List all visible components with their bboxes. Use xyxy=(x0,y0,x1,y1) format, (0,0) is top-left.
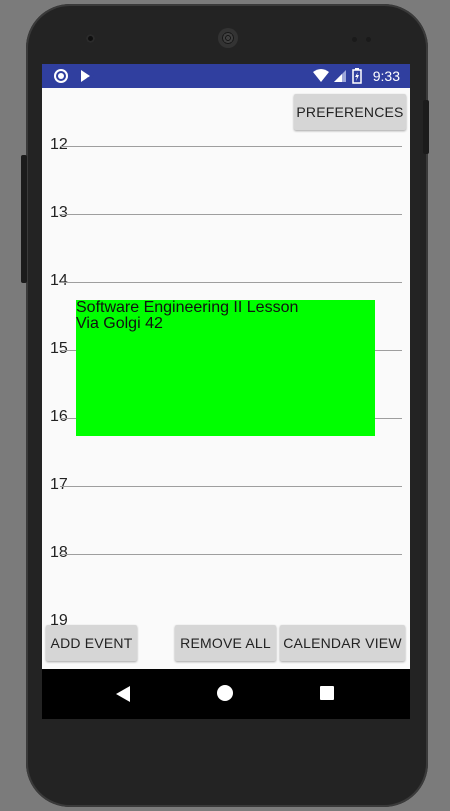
circle-icon xyxy=(53,68,69,87)
signal-icon xyxy=(333,68,347,87)
hour-line xyxy=(60,554,402,555)
play-check-icon xyxy=(78,68,94,87)
recents-icon[interactable] xyxy=(320,686,334,700)
hour-label: 15 xyxy=(50,340,68,357)
front-camera-icon xyxy=(86,34,95,43)
hour-label: 13 xyxy=(50,204,68,221)
hour-line xyxy=(60,146,402,147)
home-icon[interactable] xyxy=(217,685,233,701)
hour-line xyxy=(60,214,402,215)
speaker-icon xyxy=(218,28,238,48)
hour-label: 17 xyxy=(50,476,68,493)
hour-line xyxy=(60,486,402,487)
calendar-view-button[interactable]: CALENDAR VIEW xyxy=(280,625,405,661)
side-button-volume xyxy=(21,155,27,283)
side-button-power xyxy=(423,100,429,154)
battery-icon xyxy=(352,68,362,87)
hour-line xyxy=(60,282,402,283)
sensor-icon xyxy=(352,37,357,42)
status-time: 9:33 xyxy=(372,68,400,84)
event-block[interactable]: Software Engineering II Lesson Via Golgi… xyxy=(76,300,375,436)
preferences-button[interactable]: PREFERENCES xyxy=(294,94,406,130)
screen: 9:33 PREFERENCES 12 13 14 15 16 17 18 19… xyxy=(42,64,410,719)
status-bar: 9:33 xyxy=(42,64,410,88)
wifi-icon xyxy=(312,68,330,87)
hour-label: 16 xyxy=(50,408,68,425)
sensor-icon xyxy=(366,37,371,42)
add-event-button[interactable]: ADD EVENT xyxy=(46,625,137,661)
day-view[interactable]: PREFERENCES 12 13 14 15 16 17 18 19 Soft… xyxy=(42,88,410,669)
bottom-button-bar: ADD EVENT REMOVE ALL CALENDAR VIEW xyxy=(42,621,410,671)
remove-all-button[interactable]: REMOVE ALL xyxy=(175,625,276,661)
hour-label: 18 xyxy=(50,544,68,561)
hour-label: 14 xyxy=(50,272,68,289)
back-icon[interactable] xyxy=(114,684,132,709)
event-location: Via Golgi 42 xyxy=(76,315,163,332)
navigation-bar xyxy=(42,669,410,719)
hour-label: 12 xyxy=(50,136,68,153)
event-title: Software Engineering II Lesson xyxy=(76,299,299,316)
